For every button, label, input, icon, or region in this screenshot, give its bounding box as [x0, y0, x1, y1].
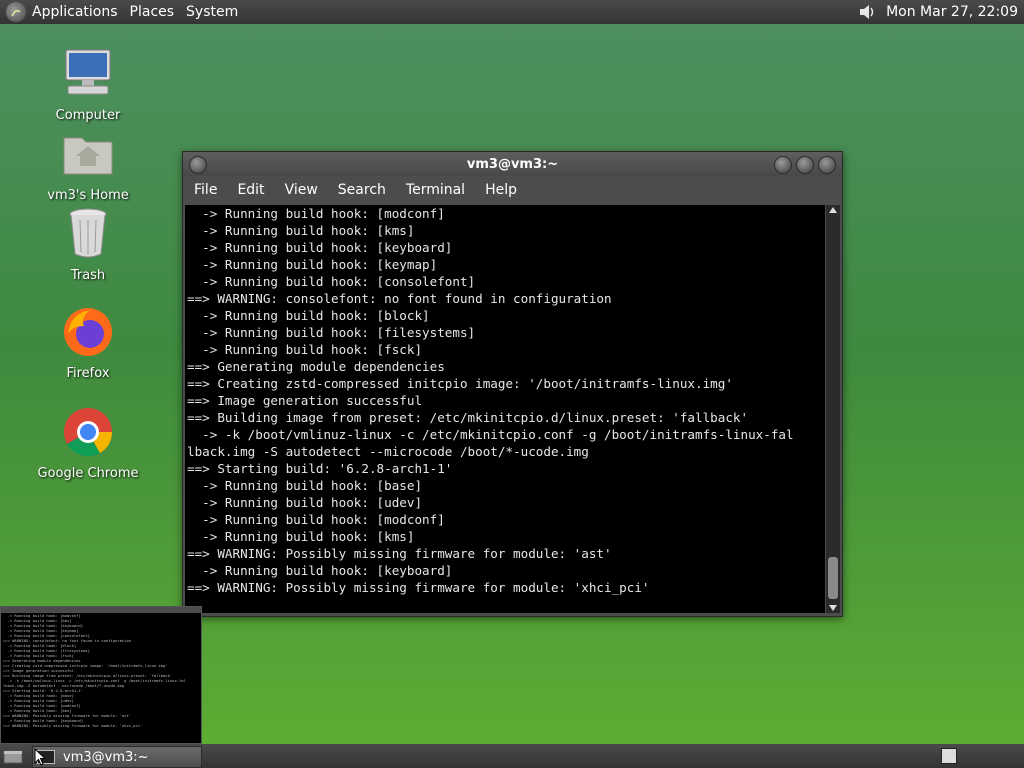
terminal-text: -> Running build hook: [modconf] -> Runn…: [185, 205, 825, 596]
scroll-thumb[interactable]: [828, 557, 838, 599]
minimize-button[interactable]: [774, 156, 792, 174]
terminal-line: -> Running build hook: [block]: [187, 308, 430, 323]
window-title: vm3@vm3:~: [466, 156, 559, 172]
bottom-panel: vm3@vm3:~: [0, 744, 1024, 768]
close-button[interactable]: [818, 156, 836, 174]
clock[interactable]: Mon Mar 27, 22:09: [886, 4, 1018, 20]
terminal-line: -> Running build hook: [consolefont]: [187, 274, 476, 289]
terminal-line: -> -k /boot/vmlinuz-linux -c /etc/mkinit…: [187, 427, 794, 442]
chrome-icon: [64, 408, 113, 457]
terminal-scrollbar[interactable]: [826, 205, 840, 613]
desktop-icon-computer[interactable]: Computer: [33, 46, 143, 123]
window-menu-button[interactable]: [189, 156, 207, 174]
menu-search[interactable]: Search: [338, 182, 386, 198]
window-preview-thumbnail: -> Running build hook: [modconf] -> Runn…: [0, 606, 202, 744]
terminal-line: ==> Building image from preset: /etc/mki…: [187, 410, 749, 425]
desktop-icon-label: Computer: [55, 108, 121, 123]
terminal-line: -> Running build hook: [kms]: [187, 529, 415, 544]
terminal-window[interactable]: vm3@vm3:~ File Edit View Search Terminal…: [182, 151, 843, 617]
desktop-icon-label: Google Chrome: [37, 466, 139, 481]
menu-view[interactable]: View: [285, 182, 318, 198]
home-folder-icon: [63, 137, 113, 175]
terminal-line: -> Running build hook: [keyboard]: [187, 563, 453, 578]
show-desktop-icon[interactable]: [3, 748, 23, 764]
menu-file[interactable]: File: [194, 182, 217, 198]
maximize-button[interactable]: [796, 156, 814, 174]
menu-terminal[interactable]: Terminal: [406, 182, 465, 198]
volume-icon[interactable]: [858, 2, 878, 22]
terminal-line: -> Running build hook: [udev]: [187, 495, 423, 510]
mouse-cursor-icon: [34, 748, 46, 766]
terminal-line: ==> WARNING: consolefont: no font found …: [187, 291, 612, 306]
thumbnail-text: -> Running build hook: [modconf] -> Runn…: [1, 613, 201, 741]
terminal-menu-bar: File Edit View Search Terminal Help: [183, 176, 842, 204]
terminal-line: -> Running build hook: [keyboard]: [187, 240, 453, 255]
terminal-output[interactable]: -> Running build hook: [modconf] -> Runn…: [185, 205, 825, 613]
desktop-icon-chrome[interactable]: Google Chrome: [33, 404, 143, 481]
workspace-switcher[interactable]: [941, 748, 957, 764]
terminal-line: -> Running build hook: [keymap]: [187, 257, 438, 272]
top-panel: Applications Places System Mon Mar 27, 2…: [0, 0, 1024, 24]
terminal-line: -> Running build hook: [modconf]: [187, 206, 445, 221]
desktop-icon-label: Trash: [70, 268, 106, 283]
places-menu[interactable]: Places: [130, 4, 175, 20]
trash-icon: [69, 208, 107, 258]
applications-menu[interactable]: Applications: [32, 4, 118, 20]
terminal-line: -> Running build hook: [filesystems]: [187, 325, 476, 340]
terminal-line: ==> WARNING: Possibly missing firmware f…: [187, 546, 612, 561]
taskbar-item-label: vm3@vm3:~: [63, 749, 149, 765]
desktop-icon-home[interactable]: vm3's Home: [33, 126, 143, 203]
terminal-line: -> Running build hook: [fsck]: [187, 342, 423, 357]
terminal-line: ==> WARNING: Possibly missing firmware f…: [187, 580, 650, 595]
desktop-icon-firefox[interactable]: Firefox: [33, 304, 143, 381]
terminal-line: -> Running build hook: [base]: [187, 478, 423, 493]
thumbnail-line: ==> WARNING: Possibly missing firmware f…: [3, 723, 143, 728]
terminal-line: ==> Creating zstd-compressed initcpio im…: [187, 376, 733, 391]
terminal-line: ==> Starting build: '6.2.8-arch1-1': [187, 461, 453, 476]
computer-icon: [65, 49, 111, 95]
menu-help[interactable]: Help: [485, 182, 517, 198]
menu-edit[interactable]: Edit: [237, 182, 264, 198]
terminal-line: ==> Image generation successful: [187, 393, 423, 408]
terminal-line: lback.img -S autodetect --microcode /boo…: [187, 444, 589, 459]
scroll-up-arrow-icon[interactable]: [829, 207, 837, 213]
taskbar-terminal-item[interactable]: vm3@vm3:~: [32, 746, 202, 768]
gnome-foot-icon[interactable]: [6, 2, 26, 22]
desktop-icon-trash[interactable]: Trash: [33, 206, 143, 283]
terminal-line: -> Running build hook: [modconf]: [187, 512, 445, 527]
terminal-line: -> Running build hook: [kms]: [187, 223, 415, 238]
terminal-line: ==> Generating module dependencies: [187, 359, 445, 374]
firefox-icon: [64, 308, 112, 356]
window-title-bar[interactable]: vm3@vm3:~: [183, 152, 842, 176]
system-menu[interactable]: System: [186, 4, 238, 20]
scroll-down-arrow-icon[interactable]: [829, 605, 837, 611]
desktop-icon-label: vm3's Home: [47, 188, 129, 203]
desktop-icon-label: Firefox: [66, 366, 110, 381]
